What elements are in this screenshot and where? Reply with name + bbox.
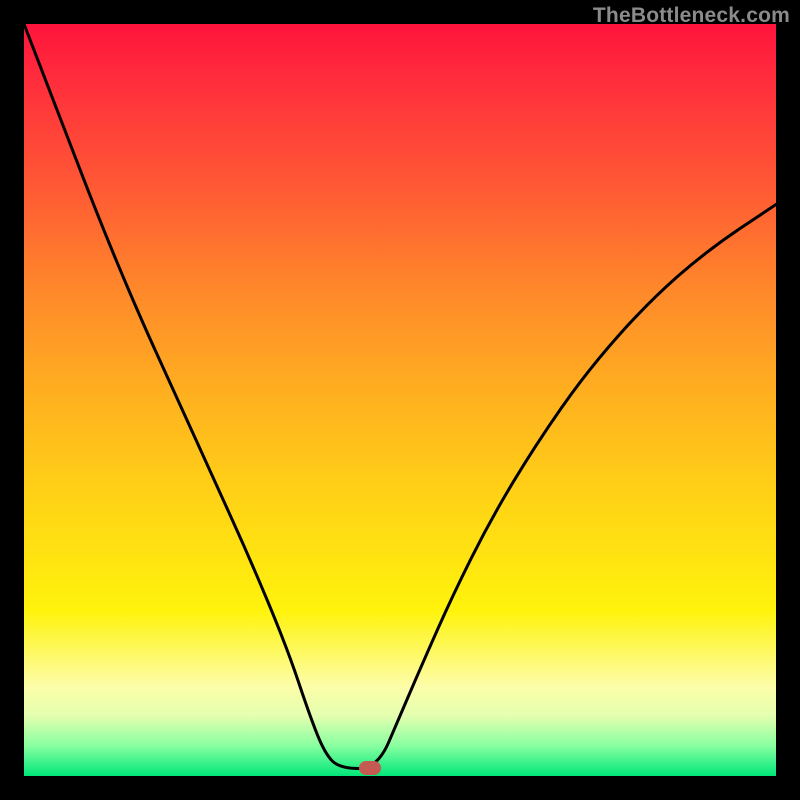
bottleneck-marker (359, 761, 381, 775)
chart-frame: TheBottleneck.com (0, 0, 800, 800)
plot-area (24, 24, 776, 776)
watermark-label: TheBottleneck.com (593, 4, 790, 28)
bottleneck-curve (24, 24, 776, 776)
